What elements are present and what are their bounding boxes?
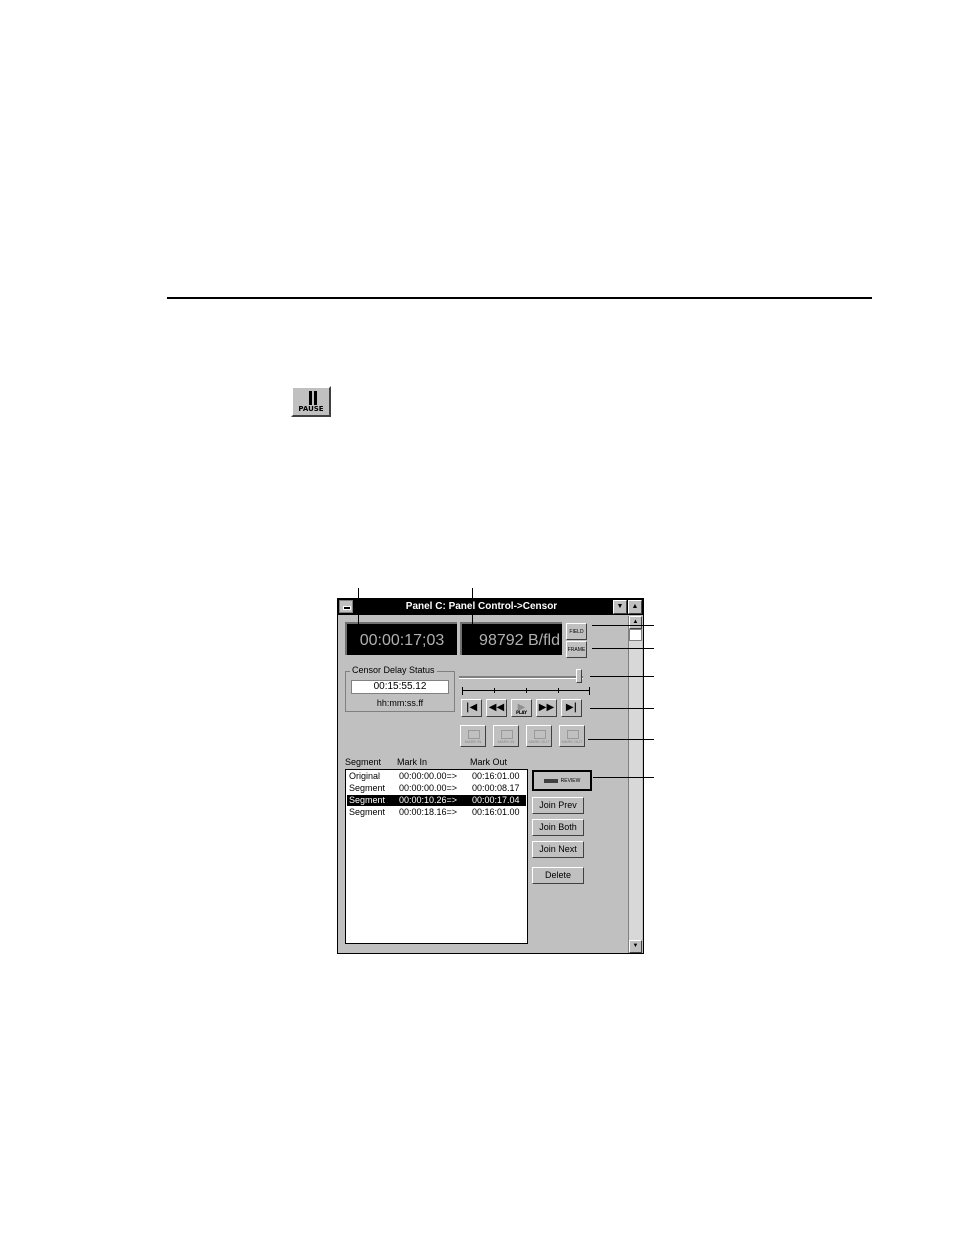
segment-list[interactable]: Original 00:00:00.00=> 00:16:01.00 Segme… (345, 769, 528, 944)
vertical-scrollbar[interactable]: ▲ ▼ (628, 616, 642, 953)
position-slider-track[interactable] (459, 676, 583, 679)
callout-line-timecode (358, 588, 359, 625)
censor-delay-status-group: Censor Delay Status 00:15:55.12 hh:mm:ss… (345, 665, 455, 712)
review-label: REVIEW (560, 778, 581, 784)
censor-panel-window: Panel C: Panel Control->Censor ▼ ▲ 00:00… (337, 598, 644, 954)
scroll-up-button[interactable]: ▲ (629, 616, 642, 629)
timecode-display: 00:00:17;03 (345, 622, 457, 655)
frame-button[interactable]: FRAME (566, 641, 587, 658)
timeline-ruler (462, 687, 590, 695)
delete-button[interactable]: Delete (532, 867, 584, 884)
field-button[interactable]: FIELD (566, 623, 587, 640)
go-to-start-button[interactable]: |◀ (461, 699, 482, 717)
rewind-button[interactable]: ◀◀ (486, 699, 507, 717)
list-item[interactable]: Segment 00:00:00.00=> 00:00:08.17 (347, 783, 526, 794)
column-header-mark-out: Mark Out (470, 757, 508, 767)
data-rate-display: 98792 B/fld (460, 622, 562, 655)
callout-line-review (593, 777, 654, 778)
review-button[interactable]: REVIEW (532, 770, 592, 791)
join-prev-button[interactable]: Join Prev (532, 797, 584, 814)
pause-button-label: PAUSE (298, 405, 324, 413)
window-title: Panel C: Panel Control->Censor (405, 601, 558, 612)
pause-button[interactable]: PAUSE (291, 386, 331, 417)
fast-forward-button[interactable]: ▶▶ (536, 699, 557, 717)
callout-line-slider (590, 676, 654, 677)
title-bar: Panel C: Panel Control->Censor ▼ ▲ (338, 599, 643, 615)
column-header-mark-in: Mark In (397, 757, 428, 767)
list-item[interactable]: Segment 00:00:18.16=> 00:16:01.00 (347, 807, 526, 818)
censor-delay-value: 00:15:55.12 (351, 680, 449, 694)
censor-delay-status-label: Censor Delay Status (350, 665, 437, 675)
column-header-segment: Segment (345, 757, 382, 767)
position-slider-thumb[interactable] (576, 669, 582, 683)
play-label: PLAY (515, 710, 528, 715)
callout-line-frame (592, 648, 654, 649)
minimize-button[interactable]: ▼ (613, 600, 627, 614)
scroll-thumb[interactable] (629, 629, 642, 641)
join-next-button[interactable]: Join Next (532, 841, 584, 858)
edit-button-1[interactable]: MARK IN (460, 725, 486, 747)
go-to-end-button[interactable]: ▶| (561, 699, 582, 717)
pause-icon (307, 391, 319, 405)
callout-line-rate (472, 588, 473, 625)
play-button[interactable]: ▶ PLAY (511, 699, 532, 717)
censor-delay-format: hh:mm:ss.ff (376, 698, 424, 708)
edit-button-4[interactable]: MARK OUT (559, 725, 585, 747)
callout-line-edit (588, 739, 654, 740)
horizontal-rule (167, 297, 872, 299)
list-item[interactable]: Original 00:00:00.00=> 00:16:01.00 (347, 771, 526, 782)
scroll-down-button[interactable]: ▼ (629, 940, 642, 953)
callout-line-field (592, 625, 654, 626)
edit-button-2[interactable]: MARK IN (493, 725, 519, 747)
edit-button-3[interactable]: MARK OUT (526, 725, 552, 747)
review-icon (543, 778, 558, 783)
callout-line-transport (590, 708, 654, 709)
maximize-button[interactable]: ▲ (628, 600, 642, 614)
join-both-button[interactable]: Join Both (532, 819, 584, 836)
list-item-selected[interactable]: Segment 00:00:10.26=> 00:00:17.04 (347, 795, 526, 806)
system-menu-button[interactable] (339, 600, 353, 613)
